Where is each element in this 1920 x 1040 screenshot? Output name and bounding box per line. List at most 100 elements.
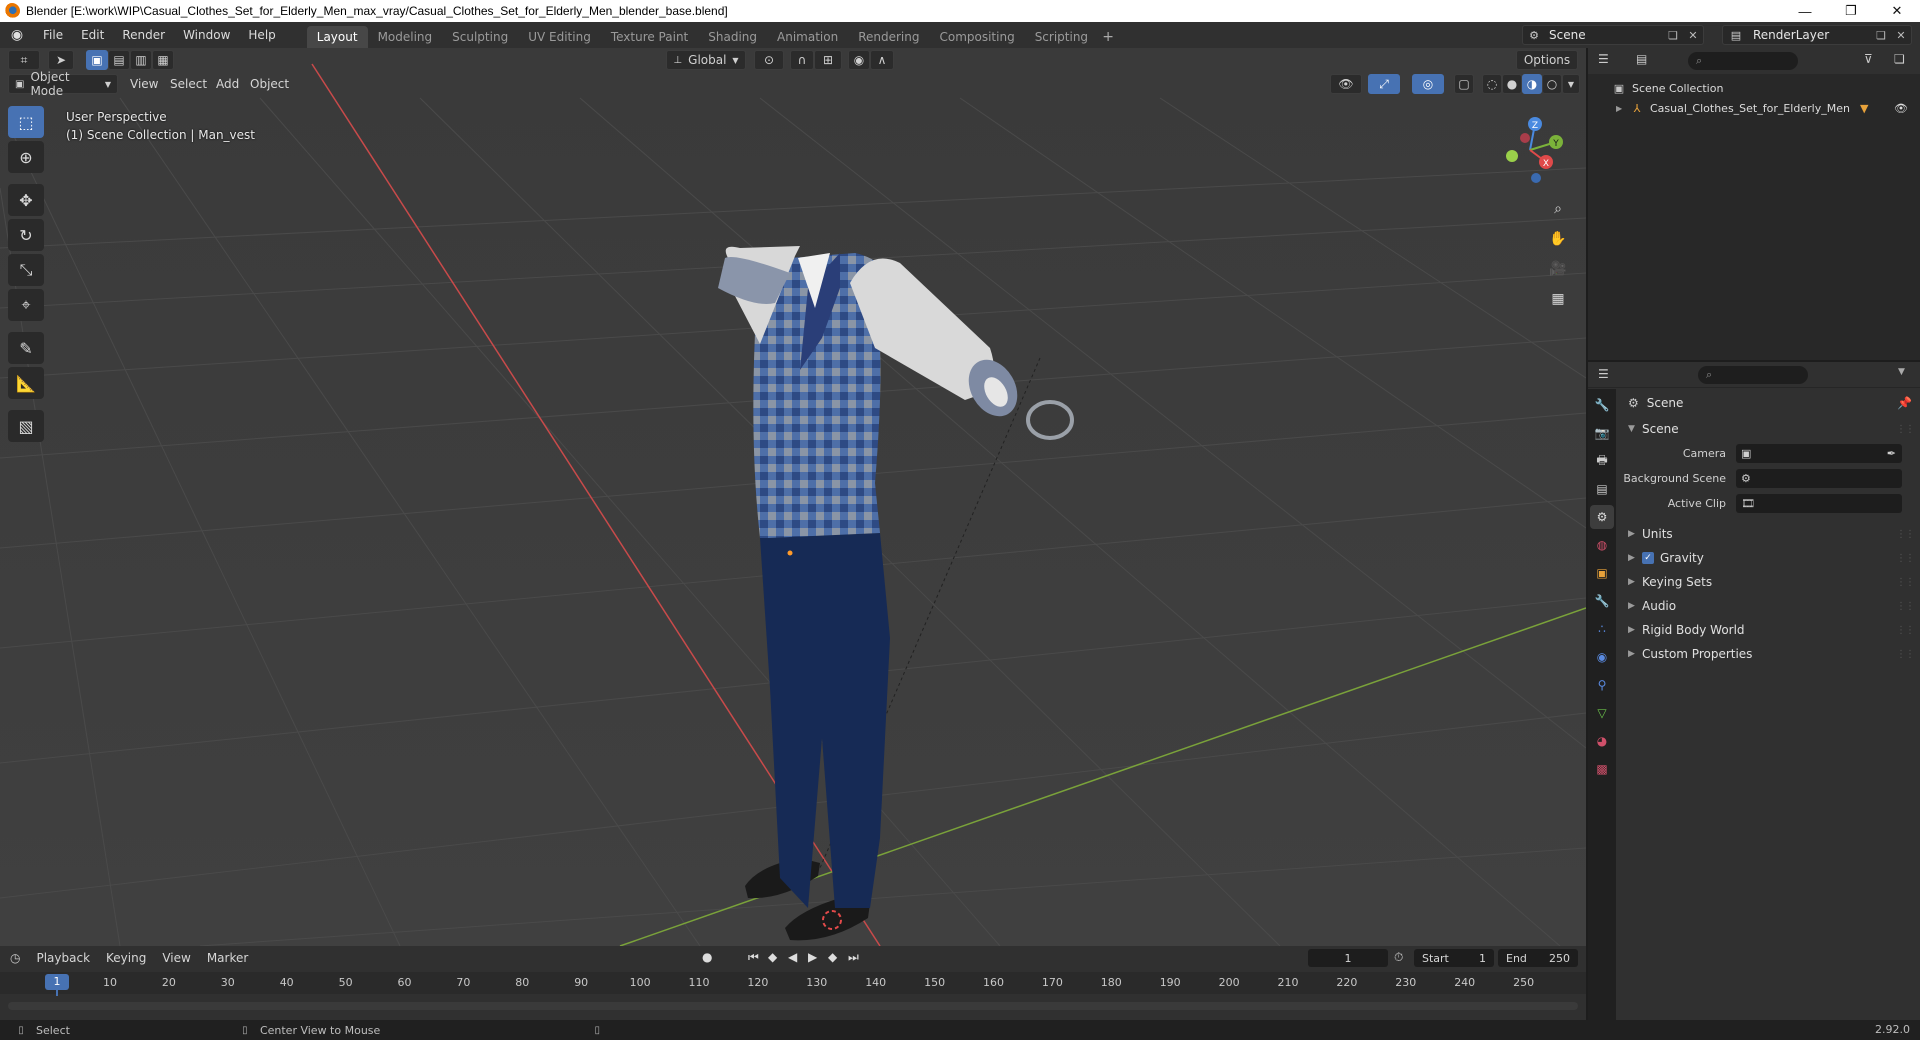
overlay-toggle[interactable]: ◎ [1412, 74, 1444, 94]
timeline-menu-playback[interactable]: Playback [28, 951, 98, 965]
editor-type-button[interactable]: ⌗ [8, 50, 40, 70]
gravity-checkbox[interactable]: ✓ [1642, 552, 1654, 564]
3d-viewport[interactable]: ⌗ ➤ ▣ ▤ ▥ ▦ ⊥ Global ▼ ⊙ ∩ ⊞ ◉ ∧ Options… [0, 48, 1586, 946]
annotate-tool[interactable]: ✎ [8, 332, 44, 364]
prev-keyframe-icon[interactable]: ◆ [768, 950, 777, 964]
background-scene-field[interactable]: ⚙ [1736, 469, 1902, 488]
record-icon[interactable]: ● [702, 950, 712, 964]
ortho-toggle-button[interactable]: ▦ [1545, 286, 1571, 312]
tab-texture[interactable]: ▩ [1590, 757, 1614, 781]
transform-tool[interactable]: ⌖ [8, 289, 44, 321]
properties-search-input[interactable]: ⌕ [1698, 366, 1808, 384]
proportional-edit-toggle[interactable]: ◉ [848, 50, 870, 70]
select-box-tool[interactable]: ⬚ [8, 106, 44, 138]
active-clip-field[interactable]: 🎞 [1736, 494, 1902, 513]
selection-mode-extend[interactable]: ▤ [108, 50, 130, 70]
gizmo-toggle[interactable]: ⤢ [1368, 74, 1400, 94]
view-layer-name[interactable]: RenderLayer [1749, 28, 1871, 42]
add-workspace-button[interactable]: + [1098, 26, 1118, 48]
outliner-search-input[interactable]: ⌕ [1688, 52, 1798, 70]
cursor-tool[interactable]: ⊕ [8, 141, 44, 173]
tab-data[interactable]: ▽ [1590, 701, 1614, 725]
drag-handle-icon[interactable]: ⋮⋮ [1896, 577, 1915, 588]
mode-select[interactable]: ▣ Object Mode ▼ [8, 70, 118, 98]
new-view-layer-icon[interactable]: ❏ [1871, 29, 1891, 42]
timeline-scrollbar[interactable] [8, 1002, 1578, 1010]
drag-handle-icon[interactable]: ⋮⋮ [1896, 625, 1915, 636]
outliner-row-casual-clothes[interactable]: ▶ ⅄ Casual_Clothes_Set_for_Elderly_Men ▼… [1588, 98, 1920, 118]
snap-target-button[interactable]: ⊞ [814, 50, 842, 70]
tab-compositing[interactable]: Compositing [929, 26, 1024, 48]
panel-keying-sets[interactable]: ▶ Keying Sets ⋮⋮ [1618, 570, 1920, 594]
panel-rigid-body-world[interactable]: ▶ Rigid Body World ⋮⋮ [1618, 618, 1920, 642]
tab-scene[interactable]: ⚙ [1590, 505, 1614, 529]
scene-selector[interactable]: ⚙ Scene ❏ ✕ [1522, 25, 1704, 45]
falloff-button[interactable]: ∧ [870, 50, 894, 70]
select-tool-button[interactable]: ➤ [48, 50, 74, 70]
tab-uv-editing[interactable]: UV Editing [518, 26, 601, 48]
selection-mode-set[interactable]: ▣ [86, 50, 108, 70]
outliner-editor-type-icon[interactable]: ☰ [1598, 52, 1609, 66]
delete-view-layer-icon[interactable]: ✕ [1891, 29, 1911, 42]
jump-start-icon[interactable]: ⏮ [748, 950, 759, 965]
measure-tool[interactable]: 📐 [8, 367, 44, 399]
expand-arrow-icon[interactable]: ▶ [1616, 104, 1628, 113]
close-button[interactable]: ✕ [1874, 0, 1920, 22]
panel-audio[interactable]: ▶ Audio ⋮⋮ [1618, 594, 1920, 618]
viewport-menu-add[interactable]: Add [216, 74, 239, 94]
panel-gravity[interactable]: ▶ ✓ Gravity ⋮⋮ [1618, 546, 1920, 570]
add-cube-tool[interactable]: ▧ [8, 410, 44, 442]
xray-toggle[interactable]: ▢ [1454, 74, 1474, 94]
play-icon[interactable]: ▶ [808, 950, 817, 964]
new-collection-icon[interactable]: ❏ [1894, 52, 1905, 66]
camera-field[interactable]: ▣ ✒ [1736, 444, 1902, 463]
tab-output[interactable]: 🖶 [1590, 449, 1614, 473]
tab-scripting[interactable]: Scripting [1025, 26, 1098, 48]
minimize-button[interactable]: — [1782, 0, 1828, 22]
tab-sculpting[interactable]: Sculpting [442, 26, 518, 48]
drag-handle-icon[interactable]: ⋮⋮ [1896, 601, 1915, 612]
tab-world[interactable]: ◍ [1590, 533, 1614, 557]
drag-handle-icon[interactable]: ⋮⋮ [1896, 649, 1915, 660]
new-scene-icon[interactable]: ❏ [1663, 29, 1683, 42]
camera-view-button[interactable]: 🎥 [1545, 256, 1571, 282]
properties-editor-type-icon[interactable]: ☰ [1598, 367, 1609, 381]
display-mode-icon[interactable]: ▤ [1636, 52, 1647, 66]
tab-rendering[interactable]: Rendering [848, 26, 929, 48]
shading-rendered[interactable]: ○ [1542, 74, 1562, 94]
scale-tool[interactable]: ⤡ [8, 254, 44, 286]
start-frame-field[interactable]: Start 1 [1414, 949, 1494, 967]
pivot-point-button[interactable]: ⊙ [754, 50, 784, 70]
timeline-menu-keying[interactable]: Keying [98, 951, 154, 965]
menu-window[interactable]: Window [174, 24, 239, 46]
tab-layout[interactable]: Layout [306, 26, 368, 48]
timeline-ruler[interactable]: 1 10 20 30 40 50 60 70 80 90 100 110 120 130 140 150 160… [0, 972, 1586, 996]
selection-mode-subtract[interactable]: ▥ [130, 50, 152, 70]
transform-orientation-select[interactable]: ⊥ Global ▼ [666, 50, 746, 70]
navigation-gizmo[interactable]: Z Y X [1490, 108, 1570, 188]
menu-render[interactable]: Render [113, 24, 174, 46]
visibility-button[interactable]: 👁 [1330, 74, 1362, 94]
menu-edit[interactable]: Edit [72, 24, 113, 46]
clock-icon[interactable]: ◷ [10, 951, 20, 965]
viewport-menu-view[interactable]: View [130, 74, 158, 94]
tab-tool[interactable]: 🔧 [1590, 393, 1614, 417]
shading-solid[interactable]: ● [1502, 74, 1522, 94]
delete-scene-icon[interactable]: ✕ [1683, 29, 1703, 42]
tab-render[interactable]: 📷 [1590, 421, 1614, 445]
shading-wireframe[interactable]: ◌ [1482, 74, 1502, 94]
current-frame-marker[interactable]: 1 [45, 974, 69, 990]
filter-icon[interactable]: ⊽ [1864, 52, 1873, 66]
outliner-row-scene-collection[interactable]: ▣ Scene Collection [1588, 78, 1920, 98]
tab-animation[interactable]: Animation [767, 26, 848, 48]
eyedropper-icon[interactable]: ✒ [1887, 447, 1896, 460]
timeline-menu-view[interactable]: View [154, 951, 198, 965]
shading-material[interactable]: ◑ [1522, 74, 1542, 94]
jump-end-icon[interactable]: ⏭ [848, 950, 859, 965]
tab-physics[interactable]: ◉ [1590, 645, 1614, 669]
drag-handle-icon[interactable]: ⋮⋮ [1896, 529, 1915, 540]
tab-object[interactable]: ▣ [1590, 561, 1614, 585]
menu-help[interactable]: Help [239, 24, 284, 46]
view-layer-selector[interactable]: ▤ RenderLayer ❏ ✕ [1722, 25, 1912, 45]
tab-particles[interactable]: ∴ [1590, 617, 1614, 641]
